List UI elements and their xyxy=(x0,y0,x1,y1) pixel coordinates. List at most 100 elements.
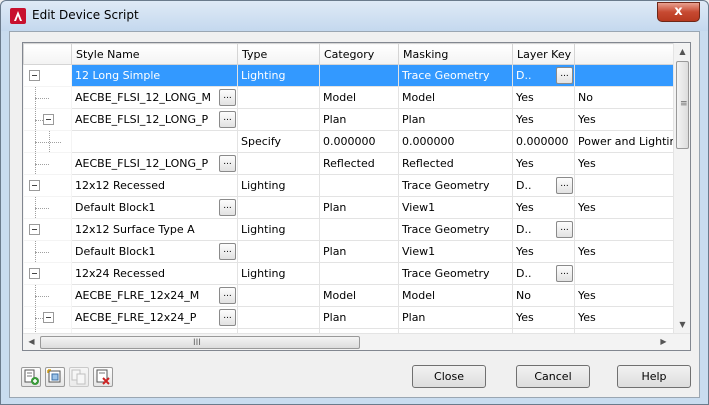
style-name-cell[interactable]: AECBE_FLSI_12_LONG_P... xyxy=(71,152,238,175)
style-name-cell[interactable]: 12x12 Recessed xyxy=(71,174,238,197)
collapse-toggle-icon[interactable] xyxy=(29,224,40,235)
layer-key-cell[interactable]: Yes xyxy=(512,108,575,131)
scroll-down-arrow-icon[interactable]: ▼ xyxy=(674,316,690,333)
masking-cell[interactable]: Model xyxy=(398,284,513,307)
scroll-up-arrow-icon[interactable]: ▲ xyxy=(674,43,690,60)
browse-ellipsis-button[interactable]: ... xyxy=(219,155,236,172)
browse-ellipsis-button[interactable]: ... xyxy=(556,67,573,84)
collapse-toggle-icon[interactable] xyxy=(43,312,54,323)
column-header-style-name[interactable]: Style Name xyxy=(71,43,238,65)
extra-cell[interactable] xyxy=(573,64,685,87)
browse-ellipsis-button[interactable]: ... xyxy=(219,309,236,326)
layer-key-cell[interactable]: D..... xyxy=(512,262,575,285)
layer-key-cell[interactable]: D..... xyxy=(512,64,575,87)
layer-key-cell[interactable]: Yes xyxy=(512,86,575,109)
category-cell[interactable]: Plan xyxy=(319,240,399,263)
browse-ellipsis-button[interactable]: ... xyxy=(219,111,236,128)
masking-cell[interactable]: View1 xyxy=(398,240,513,263)
type-cell[interactable] xyxy=(237,284,320,307)
extra-cell[interactable] xyxy=(573,262,685,285)
masking-cell[interactable]: Model xyxy=(398,86,513,109)
style-name-cell[interactable]: 12 Long Simple xyxy=(71,64,238,87)
type-cell[interactable]: Lighting xyxy=(237,174,320,197)
title-bar[interactable]: Edit Device Script x xyxy=(1,1,708,31)
layer-key-cell[interactable]: No xyxy=(512,284,575,307)
grid-row[interactable]: 12 Long Simple Lighting Trace Geometry D...… xyxy=(23,64,685,87)
layer-key-cell[interactable]: Yes xyxy=(512,196,575,219)
category-cell[interactable]: Plan xyxy=(319,196,399,219)
window-close-button[interactable]: x xyxy=(657,2,700,22)
style-name-cell[interactable]: AECBE_FLSI_12_LONG_M... xyxy=(71,86,238,109)
masking-cell[interactable]: Trace Geometry xyxy=(398,218,513,241)
masking-cell[interactable]: 0.000000 xyxy=(398,130,513,153)
collapse-toggle-icon[interactable] xyxy=(29,70,40,81)
style-name-cell[interactable] xyxy=(71,130,238,153)
browse-ellipsis-button[interactable]: ... xyxy=(556,177,573,194)
type-cell[interactable]: Specify xyxy=(237,130,320,153)
masking-cell[interactable]: Trace Geometry xyxy=(398,262,513,285)
masking-cell[interactable]: Reflected xyxy=(398,152,513,175)
category-cell[interactable]: Model xyxy=(319,284,399,307)
horizontal-scrollbar[interactable]: ◀ III ▶ xyxy=(23,333,690,350)
grid-row[interactable]: 12x12 Recessed Lighting Trace Geometry D...… xyxy=(23,174,685,197)
column-header-type[interactable]: Type xyxy=(237,43,320,65)
column-header-category[interactable]: Category xyxy=(319,43,399,65)
extra-cell[interactable]: No xyxy=(573,86,685,109)
grid-row[interactable]: 12x24 Recessed Lighting Trace Geometry D...… xyxy=(23,262,685,285)
type-cell[interactable] xyxy=(237,196,320,219)
style-name-cell[interactable]: AECBE_FLSI_12_LONG_P... xyxy=(71,108,238,131)
column-header-masking[interactable]: Masking xyxy=(398,43,513,65)
grid-row[interactable]: AECBE_FLRE_12x24_P... Plan Plan Yes Yes xyxy=(23,306,685,329)
category-cell[interactable]: Plan xyxy=(319,108,399,131)
masking-cell[interactable]: Trace Geometry xyxy=(398,174,513,197)
layer-key-cell[interactable]: D..... xyxy=(512,174,575,197)
grid-row[interactable]: Default Block1... Plan View1 Yes Yes xyxy=(23,240,685,263)
style-name-cell[interactable]: Default Block1... xyxy=(71,240,238,263)
browse-ellipsis-button[interactable]: ... xyxy=(219,199,236,216)
browse-ellipsis-button[interactable]: ... xyxy=(556,265,573,282)
category-cell[interactable] xyxy=(319,262,399,285)
delete-row-button[interactable] xyxy=(93,367,113,387)
help-button[interactable]: Help xyxy=(617,365,691,388)
grid-row[interactable]: AECBE_FLSI_12_LONG_P... Plan Plan Yes Yes xyxy=(23,108,685,131)
close-button[interactable]: Close xyxy=(412,365,486,388)
layer-key-cell[interactable]: Yes xyxy=(512,240,575,263)
extra-cell[interactable] xyxy=(573,218,685,241)
type-cell[interactable]: Lighting xyxy=(237,218,320,241)
category-cell[interactable]: 0.000000 xyxy=(319,130,399,153)
category-cell[interactable]: Plan xyxy=(319,306,399,329)
extra-cell[interactable]: Yes xyxy=(573,152,685,175)
type-cell[interactable] xyxy=(237,240,320,263)
extra-cell[interactable] xyxy=(573,174,685,197)
type-cell[interactable] xyxy=(237,306,320,329)
extra-cell[interactable]: Yes xyxy=(573,284,685,307)
cancel-button[interactable]: Cancel xyxy=(516,365,590,388)
grid-row[interactable]: AECBE_FLSI_12_LONG_P... Reflected Reflecte… xyxy=(23,152,685,175)
style-name-cell[interactable]: AECBE_FLRE_12x24_P... xyxy=(71,306,238,329)
grid-row[interactable]: AECBE_FLSI_12_LONG_M... Model Model Yes No xyxy=(23,86,685,109)
browse-ellipsis-button[interactable]: ... xyxy=(556,221,573,238)
layer-key-cell[interactable]: 0.000000 xyxy=(512,130,575,153)
type-cell[interactable] xyxy=(237,86,320,109)
layer-key-cell[interactable]: Yes xyxy=(512,306,575,329)
extra-cell[interactable]: Power and Lighting xyxy=(573,130,685,153)
browse-ellipsis-button[interactable]: ... xyxy=(219,89,236,106)
category-cell[interactable]: Model xyxy=(319,86,399,109)
type-cell[interactable] xyxy=(237,108,320,131)
browse-ellipsis-button[interactable]: ... xyxy=(219,287,236,304)
scroll-right-arrow-icon[interactable]: ▶ xyxy=(655,334,672,350)
category-cell[interactable] xyxy=(319,218,399,241)
copy-row-button[interactable] xyxy=(69,367,89,387)
masking-cell[interactable]: Plan xyxy=(398,306,513,329)
column-header-layer-key[interactable]: Layer Key xyxy=(512,43,575,65)
style-name-cell[interactable]: 12x12 Surface Type A xyxy=(71,218,238,241)
vertical-scroll-thumb[interactable]: ≡ xyxy=(676,61,689,149)
scroll-left-arrow-icon[interactable]: ◀ xyxy=(23,334,40,350)
grid-row[interactable]: 12x12 Surface Type A Lighting Trace Geomet… xyxy=(23,218,685,241)
extra-cell[interactable]: Yes xyxy=(573,196,685,219)
grid-row[interactable]: Default Block1... Plan View1 Yes Yes xyxy=(23,196,685,219)
type-cell[interactable] xyxy=(237,152,320,175)
browse-ellipsis-button[interactable]: ... xyxy=(219,243,236,260)
category-cell[interactable] xyxy=(319,64,399,87)
masking-cell[interactable]: View1 xyxy=(398,196,513,219)
